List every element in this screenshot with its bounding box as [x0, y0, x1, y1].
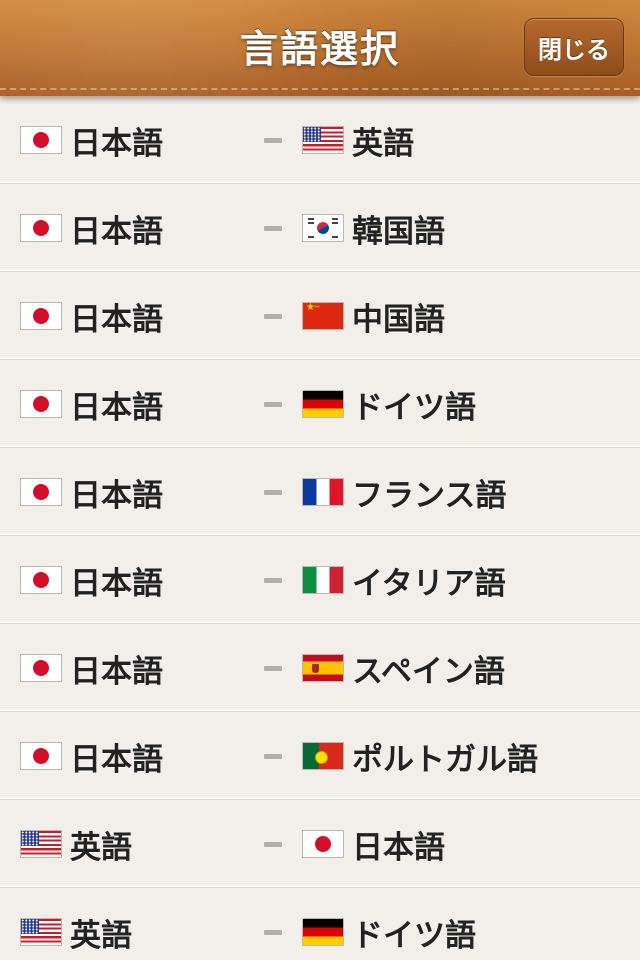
- target-language-label: 英語: [352, 125, 414, 162]
- language-pair-row[interactable]: 英語 ドイツ語: [0, 888, 640, 960]
- target-language: 英語: [302, 96, 414, 184]
- source-language-label: 日本語: [70, 213, 163, 250]
- dash-separator-icon: [264, 930, 282, 935]
- flag-japan-icon: [20, 390, 62, 418]
- source-language-label: 日本語: [70, 565, 163, 602]
- source-language-label: 日本語: [70, 301, 163, 338]
- source-language: 日本語: [20, 96, 163, 184]
- dash-separator-icon: [264, 138, 282, 143]
- target-language: 中国語: [302, 272, 445, 360]
- target-language-label: 中国語: [352, 301, 445, 338]
- dash-separator-icon: [264, 666, 282, 671]
- target-language-label: スペイン語: [352, 653, 505, 690]
- source-language: 日本語: [20, 712, 163, 800]
- language-pair-row[interactable]: 日本語 ポルトガル語: [0, 712, 640, 800]
- source-language-label: 英語: [70, 917, 132, 954]
- flag-usa-icon: [302, 126, 344, 154]
- language-pair-row[interactable]: 日本語 ドイツ語: [0, 360, 640, 448]
- flag-japan-icon: [20, 302, 62, 330]
- source-language: 日本語: [20, 360, 163, 448]
- flag-germany-icon: [302, 918, 344, 946]
- language-pair-list: 日本語英語日本語韓国語日本語中国語日本語ドイツ語日本語フランス語日本語イタリア語…: [0, 96, 640, 960]
- target-language: ポルトガル語: [302, 712, 538, 800]
- target-language-label: ドイツ語: [352, 917, 476, 954]
- target-language: 韓国語: [302, 184, 445, 272]
- flag-japan-icon: [20, 214, 62, 242]
- target-language: イタリア語: [302, 536, 506, 624]
- language-pair-row[interactable]: 英語 日本語: [0, 800, 640, 888]
- language-pair-row[interactable]: 日本語 スペイン語: [0, 624, 640, 712]
- target-language-label: ドイツ語: [352, 389, 476, 426]
- language-pair-row[interactable]: 日本語 フランス語: [0, 448, 640, 536]
- flag-portugal-icon: [302, 742, 344, 770]
- dash-separator-icon: [264, 402, 282, 407]
- target-language-label: ポルトガル語: [352, 741, 538, 778]
- source-language: 日本語: [20, 624, 163, 712]
- flag-usa-icon: [20, 830, 62, 858]
- flag-japan-icon: [20, 478, 62, 506]
- source-language-label: 英語: [70, 829, 132, 866]
- source-language-label: 日本語: [70, 389, 163, 426]
- flag-france-icon: [302, 478, 344, 506]
- dash-separator-icon: [264, 490, 282, 495]
- target-language-label: フランス語: [352, 477, 507, 514]
- dash-separator-icon: [264, 578, 282, 583]
- source-language-label: 日本語: [70, 653, 163, 690]
- target-language: ドイツ語: [302, 360, 476, 448]
- close-button[interactable]: 閉じる: [524, 18, 624, 76]
- flag-japan-icon: [20, 742, 62, 770]
- flag-usa-icon: [20, 918, 62, 946]
- dash-separator-icon: [264, 842, 282, 847]
- flag-italy-icon: [302, 566, 344, 594]
- source-language-label: 日本語: [70, 125, 163, 162]
- target-language: フランス語: [302, 448, 506, 536]
- flag-japan-icon: [20, 654, 62, 682]
- target-language-label: 韓国語: [352, 213, 445, 250]
- dash-separator-icon: [264, 314, 282, 319]
- source-language: 日本語: [20, 448, 163, 536]
- source-language: 日本語: [20, 536, 163, 624]
- source-language: 英語: [20, 800, 132, 888]
- language-select-screen: 言語選択 閉じる 日本語英語日本語韓国語日本語中国語日本語ドイツ語日本語フランス…: [0, 0, 640, 960]
- language-pair-row[interactable]: 日本語 英語: [0, 96, 640, 184]
- language-pair-row[interactable]: 日本語 中国語: [0, 272, 640, 360]
- target-language-label: 日本語: [352, 829, 445, 866]
- source-language: 英語: [20, 888, 132, 960]
- target-language: スペイン語: [302, 624, 505, 712]
- target-language-label: イタリア語: [352, 565, 506, 602]
- flag-spain-icon: [302, 654, 344, 682]
- flag-germany-icon: [302, 390, 344, 418]
- source-language: 日本語: [20, 184, 163, 272]
- flag-japan-icon: [302, 830, 344, 858]
- dash-separator-icon: [264, 226, 282, 231]
- dash-separator-icon: [264, 754, 282, 759]
- header-bar: 言語選択 閉じる: [0, 0, 640, 96]
- flag-japan-icon: [20, 126, 62, 154]
- flag-korea-icon: [302, 214, 344, 242]
- source-language-label: 日本語: [70, 741, 163, 778]
- target-language: ドイツ語: [302, 888, 476, 960]
- flag-japan-icon: [20, 566, 62, 594]
- source-language-label: 日本語: [70, 477, 163, 514]
- source-language: 日本語: [20, 272, 163, 360]
- flag-china-icon: [302, 302, 344, 330]
- target-language: 日本語: [302, 800, 445, 888]
- language-pair-row[interactable]: 日本語 韓国語: [0, 184, 640, 272]
- language-pair-row[interactable]: 日本語 イタリア語: [0, 536, 640, 624]
